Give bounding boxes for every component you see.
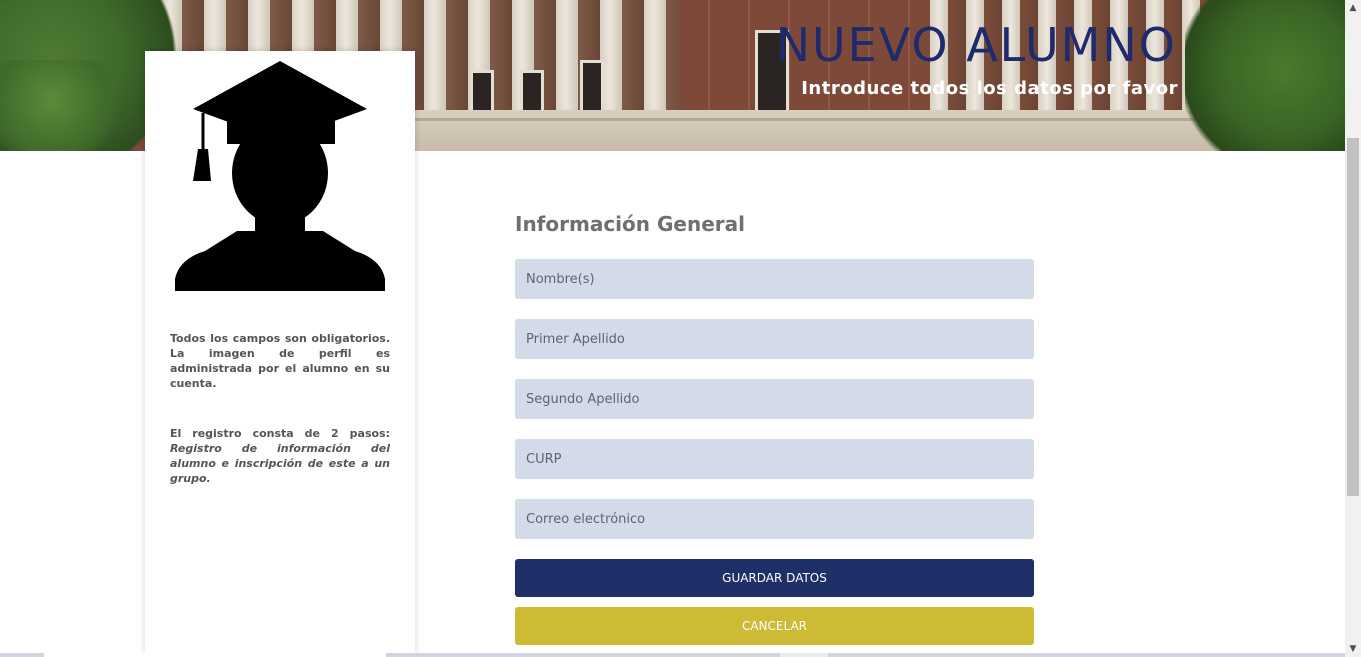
registration-steps-detail: Registro de información del alumno e ins… [170,442,390,485]
registration-steps-intro: El registro consta de 2 pasos: [170,427,390,440]
banner-building-base [400,110,1220,151]
primer-apellido-input[interactable] [515,319,1034,359]
section-title-general-info: Información General [515,212,745,236]
banner-tree-left-lower [0,60,130,151]
profile-card: Todos los campos son obligatorios. La im… [145,51,415,657]
curp-input[interactable] [515,439,1034,479]
page-title: NUEVO ALUMNO [775,18,1177,72]
arrow-down-icon[interactable]: ▼ [1345,641,1361,657]
page-subtitle: Introduce todos los datos por favor [801,78,1178,99]
required-fields-note: Todos los campos son obligatorios. La im… [170,332,390,390]
arrow-up-icon[interactable]: ▲ [1345,0,1361,16]
bottom-edge-strip [0,653,1345,657]
email-input[interactable] [515,499,1034,539]
segundo-apellido-input[interactable] [515,379,1034,419]
banner-building-ledge [400,118,1220,121]
banner-tree-right [1185,0,1345,151]
scrollbar-thumb[interactable] [1347,138,1359,496]
vertical-scrollbar[interactable]: ▲ ▼ [1345,0,1361,657]
registration-steps-note: El registro consta de 2 pasos: Registro … [170,426,390,486]
graduate-silhouette-icon [175,61,385,291]
save-button[interactable]: GUARDAR DATOS [515,559,1034,597]
cancel-button[interactable]: CANCELAR [515,607,1034,645]
nombre-input[interactable] [515,259,1034,299]
